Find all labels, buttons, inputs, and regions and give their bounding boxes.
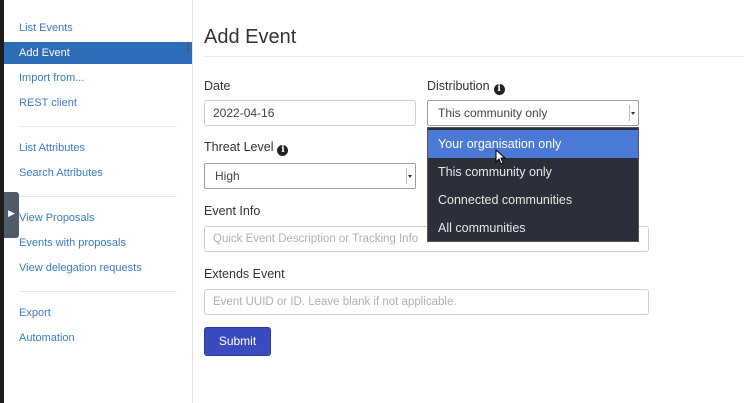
collapse-arrow-icon: ▶ — [8, 208, 15, 218]
sidebar-divider — [19, 126, 177, 127]
chevron-down-icon — [406, 168, 413, 184]
sidebar-item-label: Add Event — [19, 47, 70, 59]
sidebar-item-search-attributes[interactable]: Search Attributes — [19, 167, 103, 179]
sidebar-item-view-proposals[interactable]: View Proposals — [19, 212, 95, 224]
event-info-label: Event Info — [204, 204, 261, 218]
dropdown-option-your-organisation[interactable]: Your organisation only — [428, 130, 638, 158]
sidebar-item-automation[interactable]: Automation — [19, 332, 75, 344]
distribution-label-wrap: Distribution i — [427, 79, 505, 95]
extends-event-field[interactable]: Event UUID or ID. Leave blank if not app… — [204, 289, 649, 315]
distribution-selected-value: This community only — [438, 106, 548, 120]
sidebar-item-add-event[interactable]: Add Event — [4, 42, 192, 64]
threat-level-selected-value: High — [215, 169, 240, 183]
distribution-select[interactable]: This community only — [427, 100, 639, 126]
sidebar-item-export[interactable]: Export — [19, 307, 51, 319]
threat-level-select[interactable]: High — [204, 163, 416, 189]
sidebar-item-rest-client[interactable]: REST client — [19, 97, 77, 109]
page-title: Add Event — [204, 26, 297, 48]
date-label: Date — [204, 79, 231, 93]
info-circle-icon[interactable]: i — [493, 84, 505, 95]
dropdown-option-connected-communities[interactable]: Connected communities — [428, 186, 638, 214]
sidebar-item-events-with-proposals[interactable]: Events with proposals — [19, 237, 126, 249]
text-cursor-icon: I — [186, 40, 191, 57]
submit-button[interactable]: Submit — [204, 327, 271, 356]
sidebar-item-import-from[interactable]: Import from... — [19, 72, 84, 84]
sidebar-item-view-delegation-requests[interactable]: View delegation requests — [19, 262, 142, 274]
sidebar-item-list-events[interactable]: List Events — [19, 22, 73, 34]
dropdown-option-this-community[interactable]: This community only — [428, 158, 638, 186]
threat-level-label: Threat Level — [204, 140, 274, 154]
title-divider — [204, 56, 744, 57]
sidebar-divider — [19, 291, 177, 292]
threat-level-label-wrap: Threat Level i — [204, 140, 289, 156]
mouse-pointer-icon — [495, 149, 507, 165]
date-field[interactable]: 2022-04-16 — [204, 100, 416, 126]
dropdown-option-all-communities[interactable]: All communities — [428, 214, 638, 242]
info-circle-icon[interactable]: i — [277, 145, 289, 156]
sidebar-divider — [19, 196, 177, 197]
sidebar: List Events Add Event Import from... RES… — [4, 0, 193, 403]
distribution-label: Distribution — [427, 79, 490, 93]
distribution-dropdown-menu: Your organisation only This community on… — [427, 127, 639, 242]
sidebar-item-list-attributes[interactable]: List Attributes — [19, 142, 85, 154]
extends-event-label: Extends Event — [204, 267, 285, 281]
sidebar-collapse-handle[interactable]: ▶ — [4, 192, 19, 238]
chevron-down-icon — [629, 105, 636, 121]
